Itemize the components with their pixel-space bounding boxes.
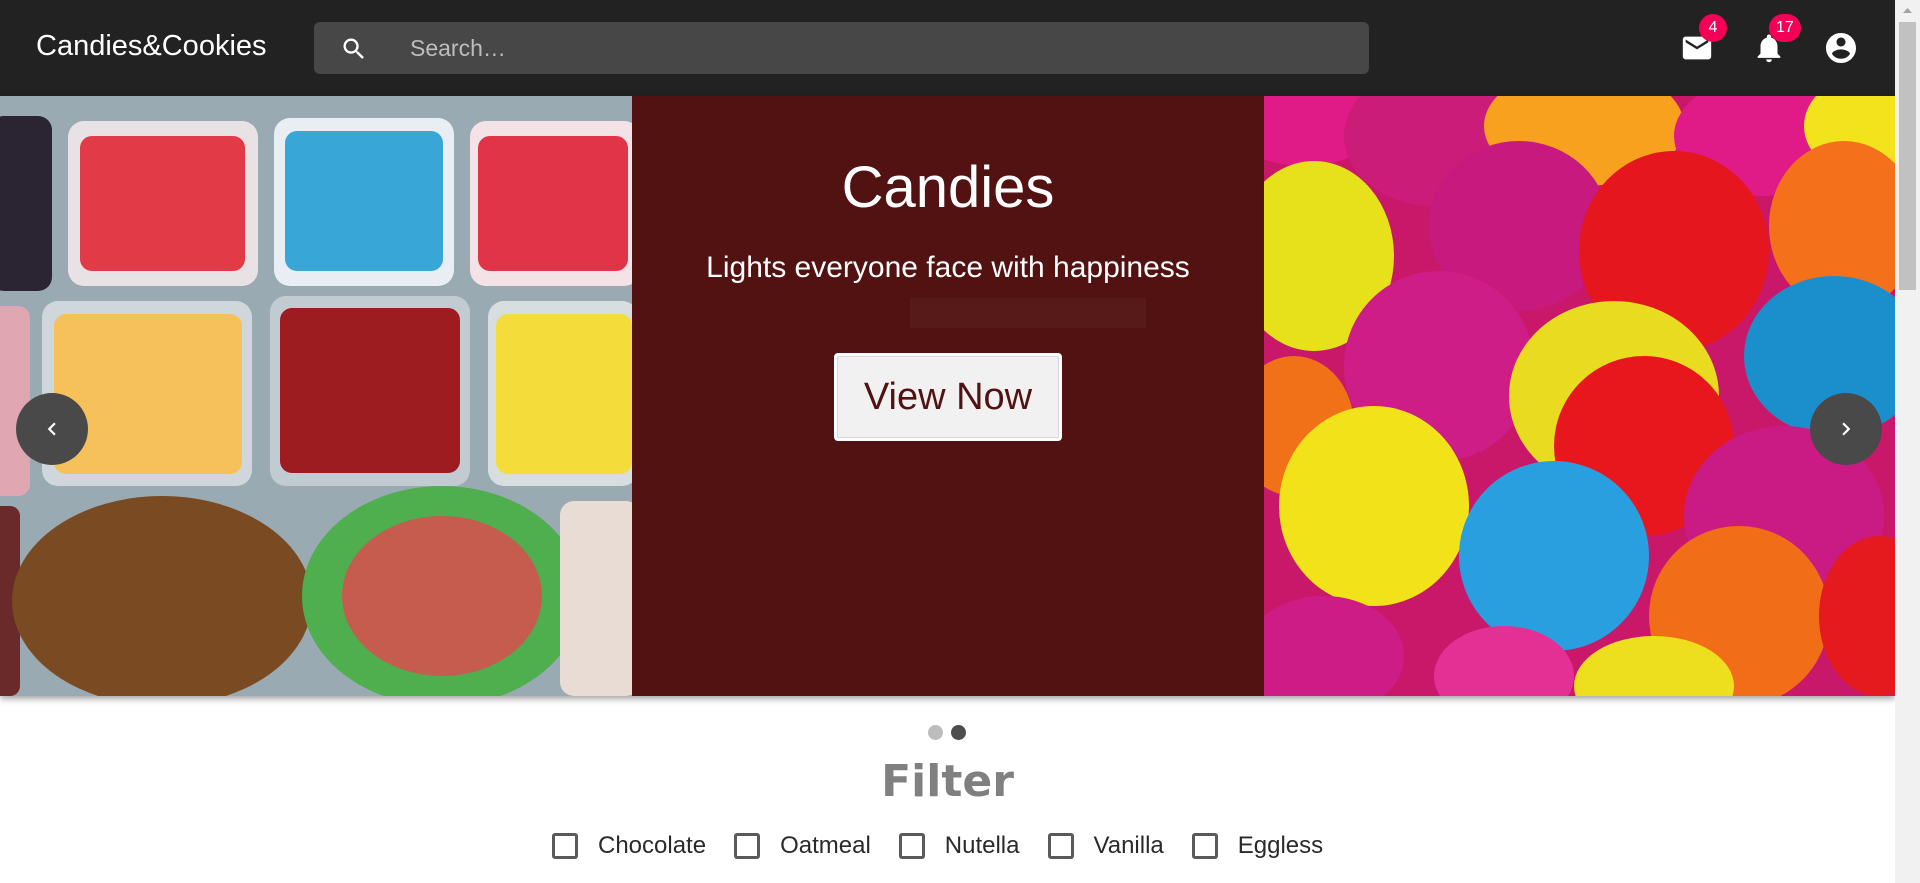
search-bar[interactable] [314,22,1369,74]
checkbox[interactable] [898,833,925,859]
notifications-button[interactable]: 17 [1749,14,1801,68]
filter-nutella[interactable]: Nutella [898,832,1020,860]
filter-label: Oatmeal [780,832,871,859]
slide-title: Candies [841,155,1055,220]
scroll-up-arrow-icon[interactable] [1895,0,1920,20]
chevron-left-icon [47,422,56,436]
filter-title: Filter [881,756,1014,807]
scrollbar-thumb[interactable] [1899,22,1916,290]
colorful-candies-illustration [1264,96,1895,696]
search-icon [343,38,364,59]
filter-label: Eggless [1237,832,1324,859]
carousel-indicators [928,725,966,740]
filter-eggless[interactable]: Eggless [1191,832,1324,860]
account-circle-icon [1826,33,1856,63]
checkbox[interactable] [1047,833,1074,859]
brand-title[interactable]: Candies&Cookies [36,30,267,63]
view-now-button[interactable]: View Now [834,353,1062,441]
carousel-prev-button[interactable] [16,393,88,465]
filter-label: Chocolate [598,832,707,859]
checkbox[interactable] [552,833,578,859]
candy-bins-illustration [0,96,632,696]
slide-caption-panel: Candies Lights everyone face with happin… [632,96,1264,696]
filter-oatmeal[interactable]: Oatmeal [734,832,871,860]
app-bar: Candies&Cookies 4 17 [0,0,1895,96]
checkbox[interactable] [1191,833,1218,859]
mail-button[interactable]: 4 [1677,14,1727,68]
filter-chocolate[interactable]: Chocolate [552,832,706,860]
mail-badge: 4 [1699,14,1727,42]
hero-carousel: Candies Lights everyone face with happin… [0,96,1895,696]
carousel-dot-2[interactable] [951,725,966,740]
search-input[interactable] [410,22,1350,74]
slide-subtitle: Lights everyone face with happiness [706,251,1190,284]
notifications-badge: 17 [1769,14,1801,42]
filter-label: Nutella [944,832,1020,859]
faint-overlay [910,298,1146,328]
filter-label: Vanilla [1093,832,1164,859]
candy-bins-image [0,96,632,696]
page: Candies&Cookies 4 17 [0,0,1920,883]
checkbox[interactable] [734,833,761,859]
filter-vanilla[interactable]: Vanilla [1047,832,1164,860]
chevron-right-icon [1842,422,1851,436]
colorful-candies-image [1264,96,1895,696]
account-button[interactable] [1821,28,1861,68]
carousel-dot-1[interactable] [928,725,943,740]
carousel-next-button[interactable] [1810,393,1882,465]
filter-options: Chocolate Oatmeal Nutella Vanilla Eggles… [552,828,1351,864]
